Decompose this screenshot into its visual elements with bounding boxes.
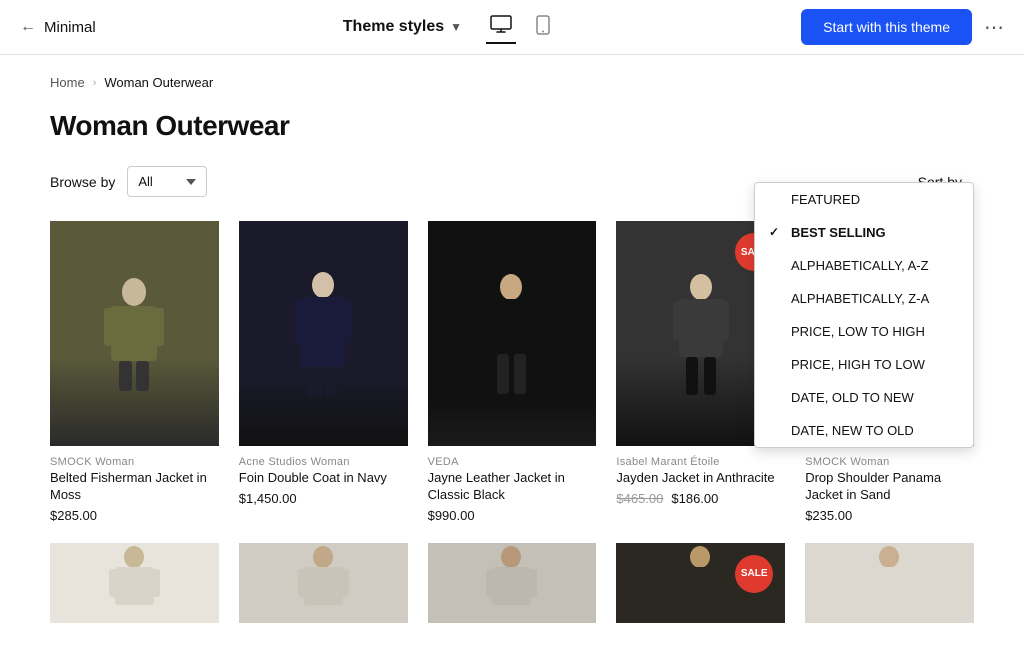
sort-option-featured-label: FEATURED xyxy=(791,192,860,207)
product-card-2[interactable]: Acne Studios Woman Foin Double Coat in N… xyxy=(239,221,408,523)
sort-option-alpha-za[interactable]: ALPHABETICALLY, Z-A xyxy=(755,282,973,315)
sort-option-best-selling[interactable]: ✓ BEST SELLING xyxy=(755,216,973,249)
sort-option-date-new-old[interactable]: DATE, NEW TO OLD xyxy=(755,414,973,447)
sort-option-alpha-az[interactable]: ALPHABETICALLY, A-Z xyxy=(755,249,973,282)
product-price-2: $1,450.00 xyxy=(239,491,408,506)
product-name-4: Jayden Jacket in Anthracite xyxy=(616,470,785,487)
product-image-10 xyxy=(805,543,974,623)
main-content: Home › Woman Outerwear Woman Outerwear B… xyxy=(0,55,1024,653)
sort-option-featured[interactable]: FEATURED xyxy=(755,183,973,216)
sort-option-price-low-high-label: PRICE, LOW TO HIGH xyxy=(791,324,925,339)
sale-badge-9: SALE xyxy=(735,555,773,593)
product-image-6 xyxy=(50,543,219,623)
product-image-8 xyxy=(428,543,597,623)
sort-dropdown-menu: FEATURED ✓ BEST SELLING ALPHABETICALLY, … xyxy=(754,182,974,448)
product-name-5: Drop Shoulder Panama Jacket in Sand xyxy=(805,470,974,504)
sort-option-date-new-old-label: DATE, NEW TO OLD xyxy=(791,423,914,438)
sort-option-date-old-new-label: DATE, OLD TO NEW xyxy=(791,390,914,405)
product-image-1 xyxy=(50,221,219,446)
product-image-7 xyxy=(239,543,408,623)
sort-check-date-new-old xyxy=(769,423,783,437)
price-original-4: $465.00 xyxy=(616,491,663,506)
product-name-1: Belted Fisherman Jacket in Moss xyxy=(50,470,219,504)
sort-check-date-old-new xyxy=(769,390,783,404)
sort-check-alpha-az xyxy=(769,258,783,272)
store-name: Minimal xyxy=(44,19,96,36)
product-card-10[interactable] xyxy=(805,543,974,633)
sort-check-featured xyxy=(769,192,783,206)
mobile-icon[interactable] xyxy=(532,11,554,44)
product-card-8[interactable] xyxy=(428,543,597,633)
product-card-1[interactable]: SMOCK Woman Belted Fisherman Jacket in M… xyxy=(50,221,219,523)
sort-check-alpha-za xyxy=(769,291,783,305)
breadcrumb: Home › Woman Outerwear xyxy=(50,75,974,90)
product-card-3[interactable]: VEDA Jayne Leather Jacket in Classic Bla… xyxy=(428,221,597,523)
header: ← Minimal Theme styles ▼ Start with this… xyxy=(0,0,1024,55)
sort-check-price-high-low xyxy=(769,357,783,371)
breadcrumb-separator: › xyxy=(93,77,97,89)
product-image-9: SALE xyxy=(616,543,785,623)
product-image-3 xyxy=(428,221,597,446)
sort-option-price-high-low[interactable]: PRICE, HIGH TO LOW xyxy=(755,348,973,381)
sort-option-date-old-new[interactable]: DATE, OLD TO NEW xyxy=(755,381,973,414)
breadcrumb-home[interactable]: Home xyxy=(50,75,85,90)
back-icon: ← xyxy=(20,18,36,36)
page-title: Woman Outerwear xyxy=(50,110,974,142)
product-image-2 xyxy=(239,221,408,446)
desktop-icon[interactable] xyxy=(486,11,516,44)
filter-bar: Browse by All Sort by FEATURED ✓ BEST SE… xyxy=(50,166,974,197)
product-price-5: $235.00 xyxy=(805,508,974,523)
product-price-1: $285.00 xyxy=(50,508,219,523)
product-brand-4: Isabel Marant Étoile xyxy=(616,456,785,468)
product-price-4: $465.00 $186.00 xyxy=(616,491,785,506)
product-name-3: Jayne Leather Jacket in Classic Black xyxy=(428,470,597,504)
chevron-down-icon[interactable]: ▼ xyxy=(450,20,462,34)
back-button[interactable]: ← Minimal xyxy=(20,18,96,36)
more-icon[interactable]: ⋯ xyxy=(984,15,1004,40)
product-card-9[interactable]: SALE xyxy=(616,543,785,633)
browse-by-label: Browse by xyxy=(50,174,115,190)
product-brand-1: SMOCK Woman xyxy=(50,456,219,468)
start-theme-button[interactable]: Start with this theme xyxy=(801,9,972,45)
product-brand-2: Acne Studios Woman xyxy=(239,456,408,468)
product-card-7[interactable] xyxy=(239,543,408,633)
sort-check-best-selling: ✓ xyxy=(769,225,783,239)
product-price-3: $990.00 xyxy=(428,508,597,523)
breadcrumb-current: Woman Outerwear xyxy=(104,75,213,90)
product-brand-3: VEDA xyxy=(428,456,597,468)
device-icons xyxy=(486,11,554,44)
product-card-6[interactable] xyxy=(50,543,219,633)
header-right: Start with this theme xyxy=(801,9,972,45)
product-grid-row2: SALE xyxy=(50,543,974,633)
sort-check-price-low-high xyxy=(769,324,783,338)
sort-option-alpha-za-label: ALPHABETICALLY, Z-A xyxy=(791,291,929,306)
theme-styles-label: Theme styles xyxy=(343,18,444,36)
sort-option-price-high-low-label: PRICE, HIGH TO LOW xyxy=(791,357,925,372)
price-sale-4: $186.00 xyxy=(671,491,718,506)
sort-option-alpha-az-label: ALPHABETICALLY, A-Z xyxy=(791,258,929,273)
sort-option-best-selling-label: BEST SELLING xyxy=(791,225,886,240)
header-center: Theme styles ▼ xyxy=(96,11,801,44)
browse-by-select[interactable]: All xyxy=(127,166,207,197)
sort-option-price-low-high[interactable]: PRICE, LOW TO HIGH xyxy=(755,315,973,348)
product-brand-5: SMOCK Woman xyxy=(805,456,974,468)
product-name-2: Foin Double Coat in Navy xyxy=(239,470,408,487)
